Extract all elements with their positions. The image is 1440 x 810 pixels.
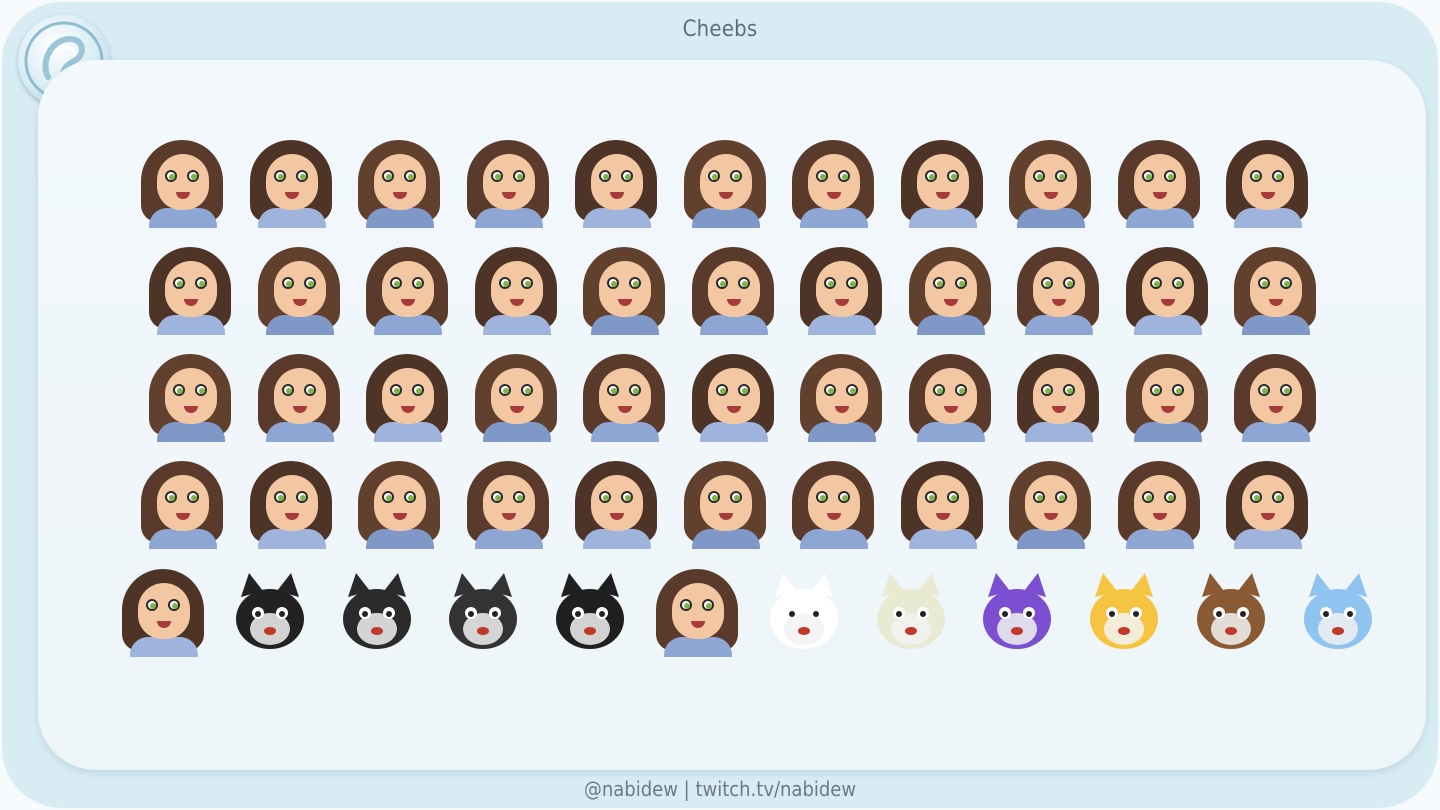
footer-credit: @nabidew | twitch.tv/nabidew xyxy=(583,777,857,801)
emote-coffee-icon xyxy=(652,567,742,657)
emote-juice-icon xyxy=(796,352,886,442)
emote-dead-icon xyxy=(463,138,553,228)
emote-cool-icon xyxy=(579,245,669,335)
emote-peace-icon xyxy=(571,459,661,549)
emote-glare-icon xyxy=(354,459,444,549)
emote-shock-icon xyxy=(788,138,878,228)
emote-pride-icon xyxy=(254,245,344,335)
emote-cry-icon xyxy=(1230,245,1320,335)
emote-blue-cat-icon xyxy=(1293,567,1383,657)
emote-cat-peek-icon xyxy=(438,567,528,657)
emote-knife-icon xyxy=(680,459,770,549)
emote-tears-icon xyxy=(897,459,987,549)
emote-hug-icon xyxy=(1114,459,1204,549)
emote-cute-icon xyxy=(788,459,878,549)
emote-turtle-icon xyxy=(1122,245,1212,335)
emote-tom-nook-icon xyxy=(1186,567,1276,657)
emote-hide-icon xyxy=(137,459,227,549)
emote-fire-icon xyxy=(897,138,987,228)
emote-ok-icon xyxy=(1013,352,1103,442)
emote-wave-icon xyxy=(137,138,227,228)
emote-gull-icon xyxy=(759,567,849,657)
emote-pout-icon xyxy=(1230,352,1320,442)
emote-helmet-icon xyxy=(1013,245,1103,335)
emote-popcorn-icon xyxy=(796,245,886,335)
emote-cat-shock-icon xyxy=(332,567,422,657)
emote-cat-grin-icon xyxy=(545,567,635,657)
emote-isabelle-icon xyxy=(1079,567,1169,657)
emote-dance-icon xyxy=(246,459,336,549)
emote-notes-icon xyxy=(1114,138,1204,228)
emote-fan-icon xyxy=(905,352,995,442)
emote-devil-icon xyxy=(362,245,452,335)
emote-fight-icon xyxy=(118,567,208,657)
emote-megaphone-icon xyxy=(1005,138,1095,228)
emote-starstruck-icon xyxy=(354,138,444,228)
emote-blush-icon xyxy=(571,138,661,228)
emote-sick-icon xyxy=(1222,459,1312,549)
emote-smile-icon xyxy=(471,245,561,335)
emote-stare-icon xyxy=(362,352,452,442)
emote-grin-icon xyxy=(471,352,561,442)
emote-queen-icon xyxy=(1122,352,1212,442)
emote-rage-icon xyxy=(1222,138,1312,228)
emote-scared-icon xyxy=(254,352,344,442)
emote-pizza-icon xyxy=(145,245,235,335)
emote-smug-icon xyxy=(145,352,235,442)
emote-panel xyxy=(38,60,1426,770)
emote-glasses-icon xyxy=(463,459,553,549)
emote-cat-love-icon xyxy=(225,567,315,657)
page-title: Cheebs xyxy=(682,17,758,42)
emote-sad-icon xyxy=(680,138,770,228)
emote-laugh-icon xyxy=(1005,459,1095,549)
emote-drink-icon xyxy=(688,245,778,335)
emote-cat-music-icon xyxy=(972,567,1062,657)
emote-water-icon xyxy=(688,352,778,442)
emote-facepalm-icon xyxy=(246,138,336,228)
emote-think-icon xyxy=(579,352,669,442)
emote-angry-icon xyxy=(905,245,995,335)
emote-hamster-icon xyxy=(866,567,956,657)
